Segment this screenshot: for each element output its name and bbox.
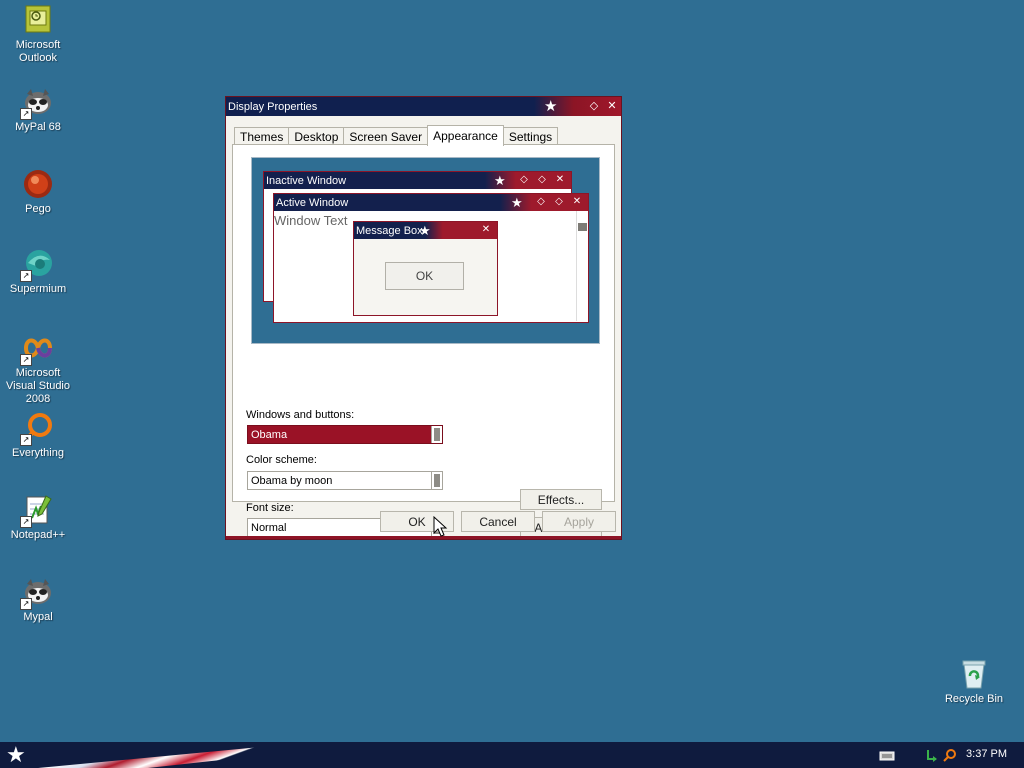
- color-scheme-label: Color scheme:: [246, 454, 317, 466]
- recycle-bin-icon: [958, 658, 990, 690]
- shortcut-arrow-icon: ↗: [20, 516, 32, 528]
- desktop-icon-label: Microsoft Outlook: [15, 39, 61, 64]
- mouse-cursor-icon: [433, 515, 449, 538]
- tab-strip: Themes Desktop Screen Saver Appearance S…: [234, 125, 559, 146]
- desktop-icon-supermium[interactable]: ↗ Supermium: [0, 248, 76, 296]
- raccoon-icon: ↗: [20, 576, 54, 610]
- desktop-icon-everything[interactable]: ↗ Everything: [0, 412, 76, 460]
- maximize-icon: ◇: [538, 174, 546, 185]
- desktop-icon-label: Mypal: [23, 611, 53, 623]
- star-icon: ★: [419, 223, 431, 238]
- flag-stripes-decoration: [38, 742, 313, 768]
- minimize-icon: ◇: [537, 196, 545, 207]
- dialog-bottom-border: [226, 536, 621, 539]
- close-button[interactable]: ✕: [605, 99, 619, 113]
- desktop-icon-label: Microsoft Visual Studio 2008: [5, 367, 70, 405]
- preview-window-text: Window Text: [274, 213, 348, 228]
- desktop-icon-label: Notepad++: [10, 529, 66, 541]
- maximize-button[interactable]: ◇: [587, 99, 601, 113]
- minimize-icon: ◇: [520, 174, 528, 185]
- raccoon-icon: ↗: [20, 86, 54, 120]
- apply-button[interactable]: Apply: [542, 511, 616, 532]
- shortcut-arrow-icon: ↗: [20, 270, 32, 282]
- preview-active-title: Active Window: [276, 196, 349, 209]
- shortcut-arrow-icon: ↗: [20, 354, 32, 366]
- star-icon: ★: [494, 173, 506, 188]
- desktop-icon-pego[interactable]: Pego: [0, 168, 76, 216]
- search-icon[interactable]: [943, 748, 957, 762]
- shortcut-arrow-icon: ↗: [20, 434, 32, 446]
- appearance-panel: Inactive Window ★ ◇ ◇ ✕ Active Window ★ …: [232, 144, 615, 538]
- taskbar: ★ 3:37 PM: [0, 742, 1024, 768]
- dropdown-arrow-icon[interactable]: [431, 472, 442, 489]
- appearance-preview: Inactive Window ★ ◇ ◇ ✕ Active Window ★ …: [251, 157, 600, 344]
- desktop-icon-label: Everything: [12, 447, 64, 459]
- preview-scrollbar: [576, 211, 588, 321]
- desktop-icon-notepadpp[interactable]: ↗ Notepad++: [0, 494, 76, 542]
- outlook-icon: [22, 4, 54, 36]
- font-size-label: Font size:: [246, 502, 294, 514]
- star-icon: ★: [511, 195, 523, 210]
- keyboard-icon[interactable]: [879, 748, 895, 762]
- dropdown-arrow-icon[interactable]: [431, 426, 442, 443]
- preview-message-box: Message Box ★ ✕ OK: [353, 221, 498, 316]
- desktop-icon-visual-studio[interactable]: ↗ Microsoft Visual Studio 2008: [0, 332, 76, 406]
- network-icon[interactable]: [925, 748, 939, 762]
- dialog-titlebar[interactable]: Display Properties ★ ◇ ✕: [226, 97, 621, 116]
- windows-buttons-value: Obama: [251, 428, 288, 441]
- cancel-button[interactable]: Cancel: [461, 511, 535, 532]
- display-properties-dialog: Display Properties ★ ◇ ✕ Themes Desktop …: [225, 96, 622, 540]
- taskbar-clock[interactable]: 3:37 PM: [966, 748, 1007, 760]
- desktop-icon-mypal-68[interactable]: ↗ MyPal 68: [0, 86, 76, 134]
- desktop-icon-label: Recycle Bin: [944, 693, 1004, 705]
- color-scheme-value: Obama by moon: [251, 474, 333, 487]
- star-icon: ★: [544, 98, 558, 115]
- preview-message-title: Message Box: [356, 224, 423, 237]
- desktop-icon-label: Pego: [25, 203, 51, 215]
- effects-button[interactable]: Effects...: [520, 489, 602, 510]
- visual-studio-icon: ↗: [20, 332, 54, 366]
- supermium-icon: ↗: [20, 248, 54, 282]
- start-button[interactable]: ★: [6, 743, 26, 767]
- preview-ok-button: OK: [385, 262, 464, 290]
- desktop-icon-label: Supermium: [9, 283, 67, 295]
- desktop-icon-outlook[interactable]: Microsoft Outlook: [0, 4, 76, 65]
- maximize-icon: ◇: [555, 196, 563, 207]
- preview-inactive-title: Inactive Window: [266, 174, 347, 187]
- preview-message-titlebar: Message Box ★ ✕: [354, 222, 497, 239]
- everything-search-icon: ↗: [20, 412, 54, 446]
- preview-scrollbar-thumb: [578, 223, 587, 231]
- windows-buttons-label: Windows and buttons:: [246, 409, 355, 421]
- close-icon: ✕: [572, 196, 582, 207]
- desktop-icon-mypal[interactable]: ↗ Mypal: [0, 576, 76, 624]
- dialog-title: Display Properties: [228, 100, 318, 113]
- color-scheme-select[interactable]: Obama by moon: [247, 471, 443, 490]
- preview-active-titlebar: Active Window ★ ◇ ◇ ✕: [274, 194, 588, 211]
- close-icon: ✕: [481, 224, 491, 235]
- shortcut-arrow-icon: ↗: [20, 598, 32, 610]
- close-icon: ✕: [555, 174, 565, 185]
- notepadpp-icon: ↗: [20, 494, 54, 528]
- preview-inactive-titlebar: Inactive Window ★ ◇ ◇ ✕: [264, 172, 571, 189]
- desktop-icon-label: MyPal 68: [15, 121, 61, 133]
- font-size-value: Normal: [251, 521, 287, 534]
- tab-appearance[interactable]: Appearance: [427, 125, 504, 146]
- pego-icon: [22, 168, 54, 200]
- desktop-icon-recycle-bin[interactable]: Recycle Bin: [936, 658, 1012, 706]
- windows-buttons-select[interactable]: Obama: [247, 425, 443, 444]
- shortcut-arrow-icon: ↗: [20, 108, 32, 120]
